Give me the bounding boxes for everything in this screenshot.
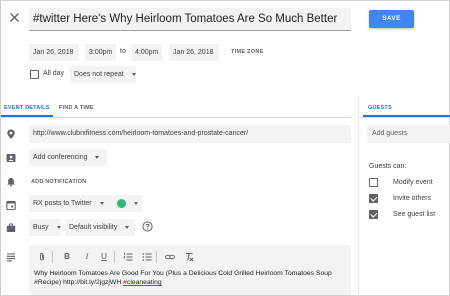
add-notification-link[interactable]: ADD NOTIFICATION <box>31 179 86 185</box>
guests-can-label: Guests can: <box>369 163 407 170</box>
add-conferencing-label: Add conferencing <box>33 154 88 161</box>
toolbar-separator <box>156 251 157 263</box>
see-guest-list-checkbox[interactable] <box>369 210 378 219</box>
busy-value: Busy <box>33 224 49 231</box>
link-icon[interactable] <box>165 252 175 262</box>
bold-button[interactable]: B <box>62 252 72 262</box>
save-button-label: SAVE <box>382 15 401 22</box>
tab-guests-label: GUESTS <box>368 105 392 111</box>
location-input[interactable]: http://www.clubrxfitness.com/heirloom-to… <box>29 125 351 143</box>
numbered-list-icon[interactable] <box>123 252 133 262</box>
all-day-checkbox[interactable] <box>30 70 39 79</box>
close-icon[interactable] <box>9 12 20 23</box>
to-label: to <box>120 48 126 55</box>
calendar-icon <box>6 200 16 211</box>
repeat-dropdown[interactable]: Does not repeat <box>70 66 136 83</box>
tab-find-a-time[interactable]: FIND A TIME <box>59 104 94 111</box>
clear-format-icon[interactable] <box>184 252 194 262</box>
add-guests-input[interactable]: Add guests <box>367 125 450 143</box>
description-value: Why Heirloom Tomatoes Are Good For You (… <box>34 270 332 286</box>
attach-icon[interactable] <box>37 252 47 262</box>
end-date-value: Jan 26, 2018 <box>173 49 214 56</box>
add-conferencing-dropdown[interactable]: Add conferencing <box>29 149 107 166</box>
start-date-value: Jan 26, 2018 <box>33 49 74 56</box>
modify-event-checkbox[interactable] <box>369 178 378 187</box>
toolbar-separator <box>52 251 53 263</box>
event-title-input[interactable]: #twitter Here's Why Heirloom Tomatoes Ar… <box>29 8 351 31</box>
italic-button[interactable]: I <box>82 252 92 262</box>
bulleted-list-icon[interactable] <box>142 252 152 262</box>
repeat-value: Does not repeat <box>74 71 124 78</box>
toolbar-separator <box>114 251 115 263</box>
end-date-field[interactable]: Jan 26, 2018 <box>169 44 219 61</box>
busy-dropdown[interactable]: Busy <box>29 219 61 236</box>
start-time-field[interactable]: 3:00pm <box>85 44 116 61</box>
start-time-value: 3:00pm <box>89 49 113 56</box>
briefcase-icon <box>6 223 16 233</box>
start-date-field[interactable]: Jan 26, 2018 <box>29 44 79 61</box>
event-color-dropdown[interactable] <box>112 195 142 212</box>
event-edit-window: #twitter Here's Why Heirloom Tomatoes Ar… <box>0 0 450 296</box>
time-zone-button[interactable]: TIME ZONE <box>231 49 264 55</box>
underline-button[interactable]: U <box>99 252 109 262</box>
invite-others-label: Invite others <box>393 195 432 202</box>
location-pin-icon <box>6 129 16 139</box>
calendar-value: RX posts to Twitter <box>33 200 92 207</box>
location-value: http://www.clubrxfitness.com/heirloom-to… <box>33 130 249 137</box>
all-day-label: All day <box>43 70 65 77</box>
visibility-dropdown[interactable]: Default visibility <box>65 219 135 236</box>
invite-others-checkbox[interactable] <box>369 194 378 203</box>
visibility-value: Default visibility <box>69 224 118 231</box>
conferencing-icon <box>6 153 16 163</box>
tabs-divider <box>1 117 351 118</box>
end-time-field[interactable]: 4:00pm <box>131 44 162 61</box>
help-icon[interactable] <box>142 221 153 232</box>
event-color-swatch <box>117 198 126 208</box>
tab-event-details[interactable]: EVENT DETAILS <box>4 104 50 111</box>
description-icon <box>6 252 16 262</box>
hashtag-underlined: #cleaneating <box>123 279 162 286</box>
event-title-text: #twitter Here's Why Heirloom Tomatoes Ar… <box>33 13 338 25</box>
description-text: Why Heirloom Tomatoes Are Good For You (… <box>34 269 346 287</box>
see-guest-list-label: See guest list <box>393 211 436 218</box>
tab-find-a-time-label: FIND A TIME <box>59 105 94 111</box>
save-button[interactable]: SAVE <box>369 10 414 28</box>
add-guests-placeholder: Add guests <box>372 130 408 137</box>
guests-tabs-divider <box>359 117 450 118</box>
tab-event-details-label: EVENT DETAILS <box>4 105 50 111</box>
modify-event-label: Modify event <box>393 179 433 186</box>
tab-guests[interactable]: GUESTS <box>368 104 392 111</box>
bell-icon <box>6 177 16 187</box>
end-time-value: 4:00pm <box>135 49 159 56</box>
panel-divider <box>358 96 359 296</box>
